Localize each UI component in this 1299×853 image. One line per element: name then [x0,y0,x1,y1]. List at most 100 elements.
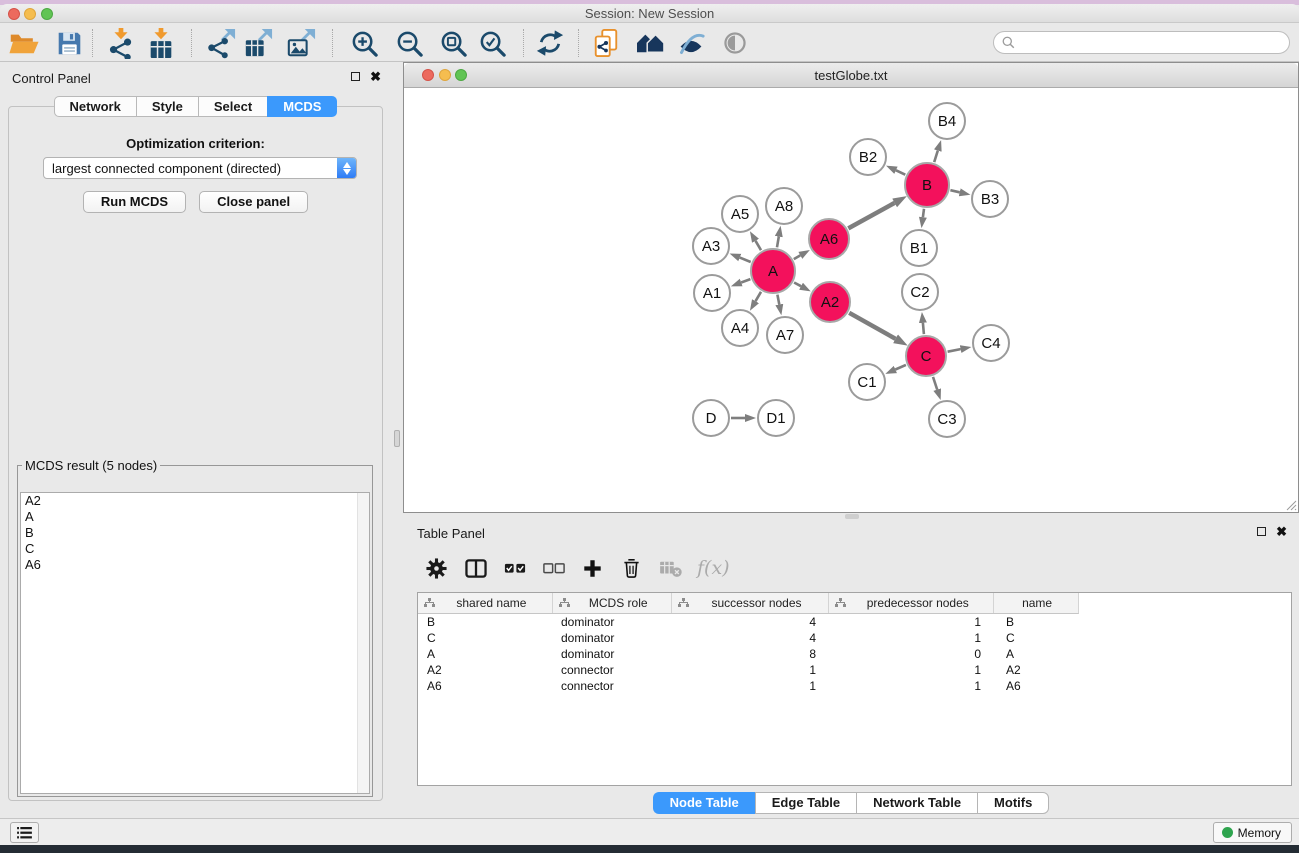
list-item[interactable]: A [21,509,369,525]
memory-button[interactable]: Memory [1213,822,1292,843]
list-icon [17,827,32,839]
mcds-result-legend: MCDS result (5 nodes) [22,458,160,473]
optimization-criterion-label: Optimization criterion: [9,136,382,151]
optimization-criterion-select[interactable]: largest connected component (directed) [43,157,357,179]
hide-graphics-details-button[interactable] [716,26,754,60]
home-icon [635,30,665,56]
network-canvas[interactable]: AA1A2A3A4A5A6A7A8BB1B2B3B4CC1C2C3C4DD1 [404,89,1298,512]
column-header-shared-name[interactable]: shared name [418,593,553,613]
column-header-mcds-role[interactable]: MCDS role [553,593,672,613]
table-row[interactable]: A dominator 8 0 A [418,646,1079,662]
table-panel: Table Panel ✖ [403,518,1299,818]
column-header-successor-nodes[interactable]: successor nodes [672,593,830,613]
deselect-all-rows-button[interactable] [541,556,566,581]
list-item[interactable]: C [21,541,369,557]
list-item[interactable]: A6 [21,557,369,573]
close-panel-button[interactable]: Close panel [199,191,308,213]
run-mcds-button[interactable]: Run MCDS [83,191,186,213]
tab-mcds[interactable]: MCDS [267,96,337,117]
select-all-rows-button[interactable] [502,556,527,581]
close-panel-icon[interactable]: ✖ [370,72,381,81]
column-header-name[interactable]: name [994,593,1078,613]
duplicate-network-button[interactable] [587,26,625,60]
home-button[interactable] [631,26,669,60]
close-panel-icon[interactable]: ✖ [1276,527,1287,536]
export-network-button[interactable] [202,26,240,60]
zoom-out-button[interactable] [390,26,428,60]
svg-text:B3: B3 [981,191,999,208]
hide-graphics-details-eye-icon [722,30,748,56]
tab-style[interactable]: Style [136,96,198,117]
mcds-result-box: MCDS result (5 nodes) A2 A B C A6 [17,458,373,797]
save-floppy-icon [56,30,83,57]
save-session-button[interactable] [50,26,88,60]
table-type-tabs: Node Table Edge Table Network Table Moti… [403,792,1299,814]
svg-text:D1: D1 [766,410,785,427]
list-item[interactable]: B [21,525,369,541]
zoom-selected-button[interactable] [473,26,511,60]
export-table-button[interactable] [239,26,277,60]
zoom-in-button[interactable] [345,26,383,60]
open-session-button[interactable] [5,26,43,60]
table-row[interactable]: A6 connector 1 1 A6 [418,678,1079,694]
import-table-icon [146,28,176,59]
import-table-button[interactable] [142,26,180,60]
tab-network[interactable]: Network [54,96,136,117]
function-builder-button[interactable]: f(x) [697,556,730,581]
apply-layout-button[interactable] [531,26,569,60]
search-box[interactable] [993,31,1290,54]
create-column-button[interactable] [580,556,605,581]
zoom-fit-button[interactable] [434,26,472,60]
svg-text:A6: A6 [820,231,838,248]
chevron-up-icon [343,162,351,168]
export-network-icon [206,28,236,59]
svg-text:A4: A4 [731,320,749,337]
checked-boxes-icon [504,562,526,574]
resize-grip-icon[interactable] [1285,499,1297,511]
float-panel-icon[interactable] [351,72,360,81]
table-row[interactable]: B dominator 4 1 B [418,614,1079,630]
select-stepper [337,158,356,178]
table-toolbar: f(x) [403,546,1299,590]
svg-text:A8: A8 [775,198,793,215]
control-panel-window-controls: ✖ [351,72,381,81]
result-list-scrollbar[interactable] [357,493,369,793]
tab-network-table[interactable]: Network Table [856,792,977,814]
panel-splitter-handle[interactable] [394,430,400,447]
tab-select[interactable]: Select [198,96,267,117]
main-toolbar [0,23,1299,62]
network-graph[interactable]: AA1A2A3A4A5A6A7A8BB1B2B3B4CC1C2C3C4DD1 [404,89,1298,513]
node-table[interactable]: shared name MCDS role successor nodes pr… [417,592,1292,786]
network-title: testGlobe.txt [404,63,1298,88]
mcds-result-list[interactable]: A2 A B C A6 [20,492,370,794]
column-header-predecessor-nodes[interactable]: predecessor nodes [829,593,994,613]
tab-motifs[interactable]: Motifs [977,792,1049,814]
svg-text:D: D [706,410,717,427]
export-image-button[interactable] [282,26,320,60]
control-panel-tabs: Network Style Select MCDS [0,96,391,117]
tab-edge-table[interactable]: Edge Table [755,792,856,814]
delete-column-button[interactable] [619,556,644,581]
table-row[interactable]: A2 connector 1 1 A2 [418,662,1079,678]
float-panel-icon[interactable] [1257,527,1266,536]
list-item[interactable]: A2 [21,493,369,509]
delete-table-button[interactable] [658,556,683,581]
selected-criterion-value: largest connected component (directed) [44,161,337,176]
toolbar-separator [332,29,333,57]
search-input[interactable] [1015,34,1289,52]
hierarchy-icon [678,598,689,608]
show-graphics-details-icon [677,30,705,56]
trash-icon [622,558,641,579]
search-icon [1002,36,1015,49]
tab-node-table[interactable]: Node Table [653,792,755,814]
svg-text:A5: A5 [731,206,749,223]
import-network-button[interactable] [102,26,140,60]
table-settings-button[interactable] [424,556,449,581]
gear-icon [425,557,448,580]
network-window-titlebar[interactable]: testGlobe.txt [404,63,1298,88]
desktop-background-bottom [0,845,1299,853]
show-graphics-details-button[interactable] [672,26,710,60]
toggle-column-panel-button[interactable] [463,556,488,581]
table-row[interactable]: C dominator 4 1 C [418,630,1079,646]
task-history-button[interactable] [10,822,39,843]
